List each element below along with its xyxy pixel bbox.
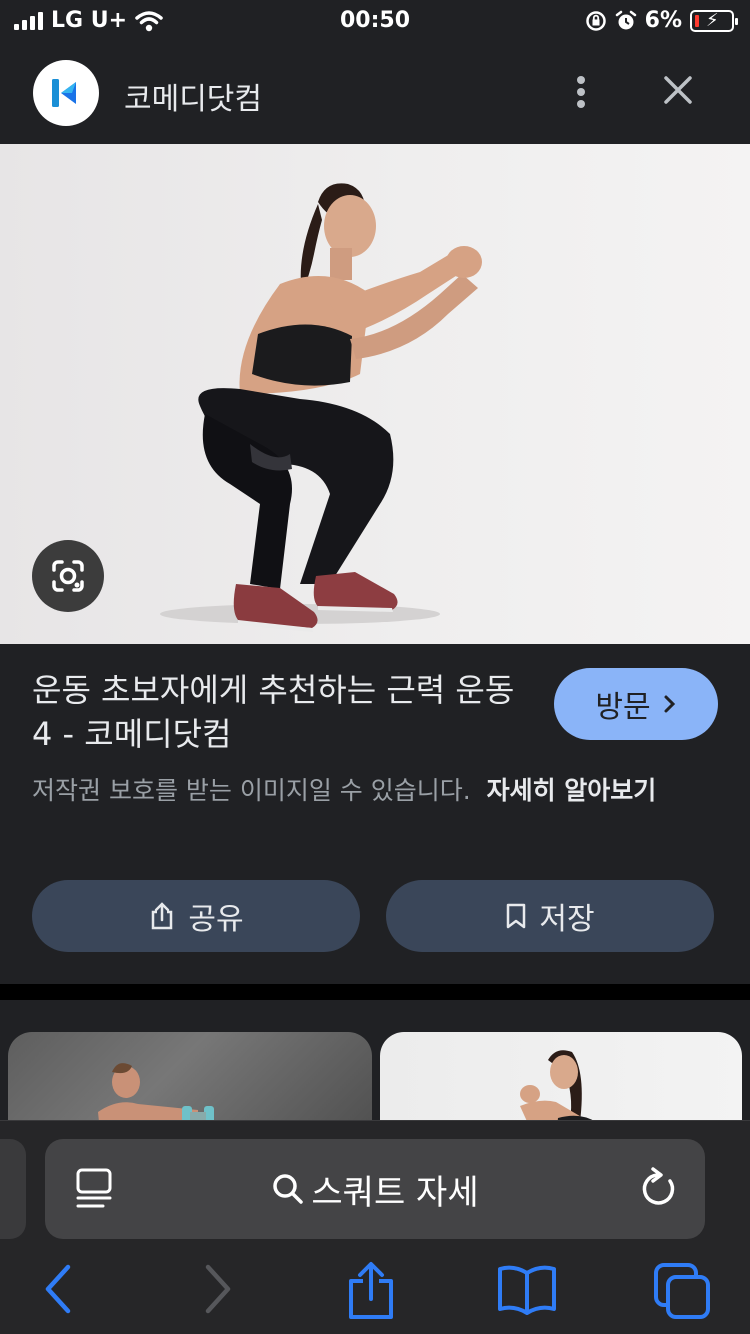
close-icon[interactable]: [656, 68, 700, 112]
tabs-icon[interactable]: [652, 1261, 712, 1321]
copyright-notice: 저작권 보호를 받는 이미지일 수 있습니다. 자세히 알아보기: [32, 772, 712, 809]
address-bar[interactable]: 스쿼트 자세: [45, 1139, 705, 1239]
back-icon[interactable]: [40, 1261, 76, 1317]
copyright-text: 저작권 보호를 받는 이미지일 수 있습니다.: [32, 776, 471, 805]
visit-button[interactable]: 방문: [554, 668, 718, 740]
section-divider: [0, 984, 750, 1000]
previous-tab-peek[interactable]: [0, 1139, 26, 1239]
bookmarks-icon[interactable]: [496, 1261, 558, 1317]
search-icon: [273, 1174, 304, 1204]
battery-percent: 6%: [644, 8, 682, 33]
site-name[interactable]: 코메디닷컴: [124, 74, 262, 118]
learn-more-link[interactable]: 자세히 알아보기: [487, 776, 657, 805]
google-lens-icon[interactable]: [32, 540, 104, 612]
forward-icon[interactable]: [200, 1261, 236, 1317]
squat-photo: [160, 183, 482, 632]
alarm-icon: [615, 10, 636, 29]
more-vert-icon[interactable]: [566, 70, 596, 114]
reload-icon[interactable]: [637, 1167, 679, 1211]
safari-toolbar: [0, 1251, 750, 1331]
share-sheet-icon[interactable]: [346, 1261, 396, 1321]
kormedi-logo-icon[interactable]: [33, 60, 99, 126]
share-button[interactable]: 공유: [32, 880, 360, 952]
search-query: 스쿼트 자세: [311, 1172, 479, 1213]
status-right: 6% ⚡: [585, 8, 738, 33]
share-icon: [152, 902, 173, 930]
chevron-right-icon: [664, 695, 675, 713]
share-label: 공유: [188, 902, 244, 937]
browser-bottom-bar: 스쿼트 자세: [0, 1120, 750, 1334]
source-header: 코메디닷컴: [0, 44, 750, 144]
result-info: 운동 초보자에게 추천하는 근력 운동 4 - 코메디닷컴 방문 저작권 보호를…: [0, 644, 750, 984]
save-label: 저장: [539, 902, 595, 937]
battery-level: [695, 14, 699, 27]
bookmark-icon: [507, 903, 526, 929]
orientation-lock-icon: [585, 10, 606, 31]
result-title[interactable]: 운동 초보자에게 추천하는 근력 운동 4 - 코메디닷컴: [32, 668, 532, 756]
charging-icon: ⚡: [706, 9, 719, 31]
battery-icon: ⚡: [690, 9, 738, 32]
result-image[interactable]: [0, 144, 750, 644]
address-content: 스쿼트 자세: [45, 1139, 705, 1239]
related-images: [0, 1000, 750, 1172]
status-bar: LG U+ 00:50 6% ⚡: [0, 0, 750, 44]
visit-label: 방문: [595, 690, 651, 725]
save-button[interactable]: 저장: [386, 880, 714, 952]
